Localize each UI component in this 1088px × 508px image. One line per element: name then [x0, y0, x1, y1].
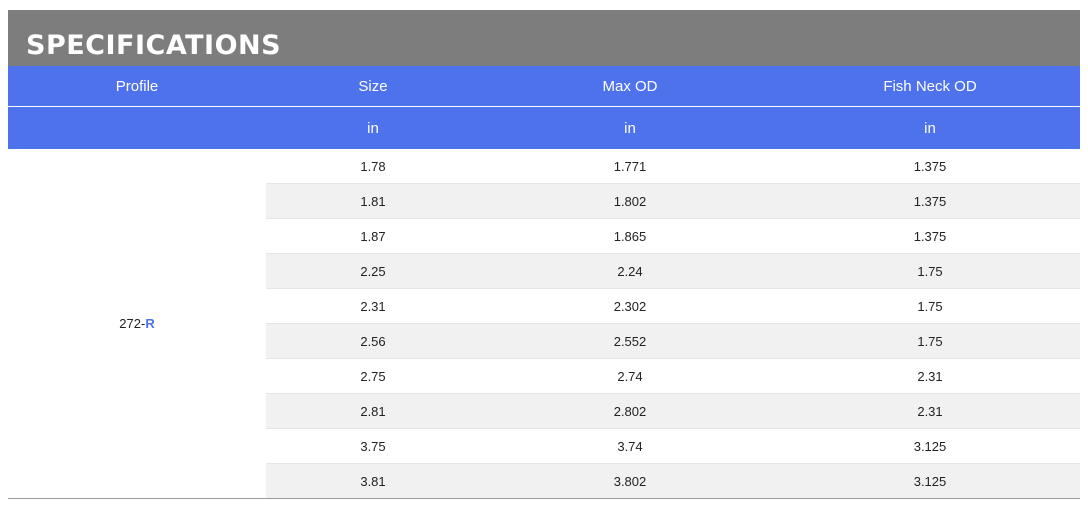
- max-od-cell: 2.552: [480, 323, 780, 359]
- table-row: 272-R 1.78 1.771 1.375: [8, 149, 1080, 499]
- profile-cell: 272-R: [8, 149, 266, 499]
- size-cell: 2.31: [266, 288, 480, 324]
- max-od-cell: 2.24: [480, 253, 780, 289]
- fish-neck-od-cell: 1.375: [780, 183, 1080, 219]
- fish-neck-od-cell: 1.75: [780, 253, 1080, 289]
- column-header-fish-neck-od: Fish Neck OD: [780, 66, 1080, 107]
- max-od-cell: 3.74: [480, 428, 780, 464]
- fish-neck-od-cell: 2.31: [780, 358, 1080, 394]
- unit-header-profile: [8, 106, 266, 149]
- fish-neck-od-cell: 3.125: [780, 463, 1080, 499]
- unit-header-size: in: [266, 106, 480, 149]
- profile-suffix: R: [145, 316, 155, 331]
- size-cell: 2.75: [266, 358, 480, 394]
- fish-neck-od-cell: 1.75: [780, 323, 1080, 359]
- fish-neck-od-cell: 1.75: [780, 288, 1080, 324]
- unit-header-row: in in in: [8, 106, 1080, 149]
- size-cell: 2.56: [266, 323, 480, 359]
- size-cell: 2.81: [266, 393, 480, 429]
- size-cell: 2.25: [266, 253, 480, 289]
- max-od-cell: 2.802: [480, 393, 780, 429]
- fish-neck-od-cell: 2.31: [780, 393, 1080, 429]
- fish-neck-od-cell: 1.375: [780, 218, 1080, 254]
- section-header: SPECIFICATIONS: [8, 10, 1080, 66]
- size-cell: 1.87: [266, 218, 480, 254]
- specifications-table: Profile Size Max OD Fish Neck OD in in i…: [8, 66, 1080, 499]
- max-od-cell: 1.802: [480, 183, 780, 219]
- fish-neck-od-cell: 3.125: [780, 428, 1080, 464]
- max-od-cell: 1.865: [480, 218, 780, 254]
- size-cell: 3.81: [266, 463, 480, 499]
- fish-neck-od-cell: 1.375: [780, 149, 1080, 184]
- unit-header-max-od: in: [480, 106, 780, 149]
- column-header-size: Size: [266, 66, 480, 107]
- unit-header-fish-neck-od: in: [780, 106, 1080, 149]
- size-cell: 1.81: [266, 183, 480, 219]
- size-cell: 3.75: [266, 428, 480, 464]
- column-header-max-od: Max OD: [480, 66, 780, 107]
- column-header-row: Profile Size Max OD Fish Neck OD: [8, 66, 1080, 107]
- table-header: Profile Size Max OD Fish Neck OD in in i…: [8, 66, 1080, 149]
- max-od-cell: 2.302: [480, 288, 780, 324]
- size-cell: 1.78: [266, 149, 480, 184]
- max-od-cell: 3.802: [480, 463, 780, 499]
- table-body: 272-R 1.78 1.771 1.375 1.81 1.802 1.375 1.87 1.8…: [8, 149, 1080, 499]
- max-od-cell: 2.74: [480, 358, 780, 394]
- specifications-panel: SPECIFICATIONS Profile Size Max OD Fish …: [8, 10, 1080, 499]
- section-title: SPECIFICATIONS: [26, 29, 282, 61]
- max-od-cell: 1.771: [480, 149, 780, 184]
- column-header-profile: Profile: [8, 66, 266, 107]
- profile-prefix: 272-: [119, 316, 146, 331]
